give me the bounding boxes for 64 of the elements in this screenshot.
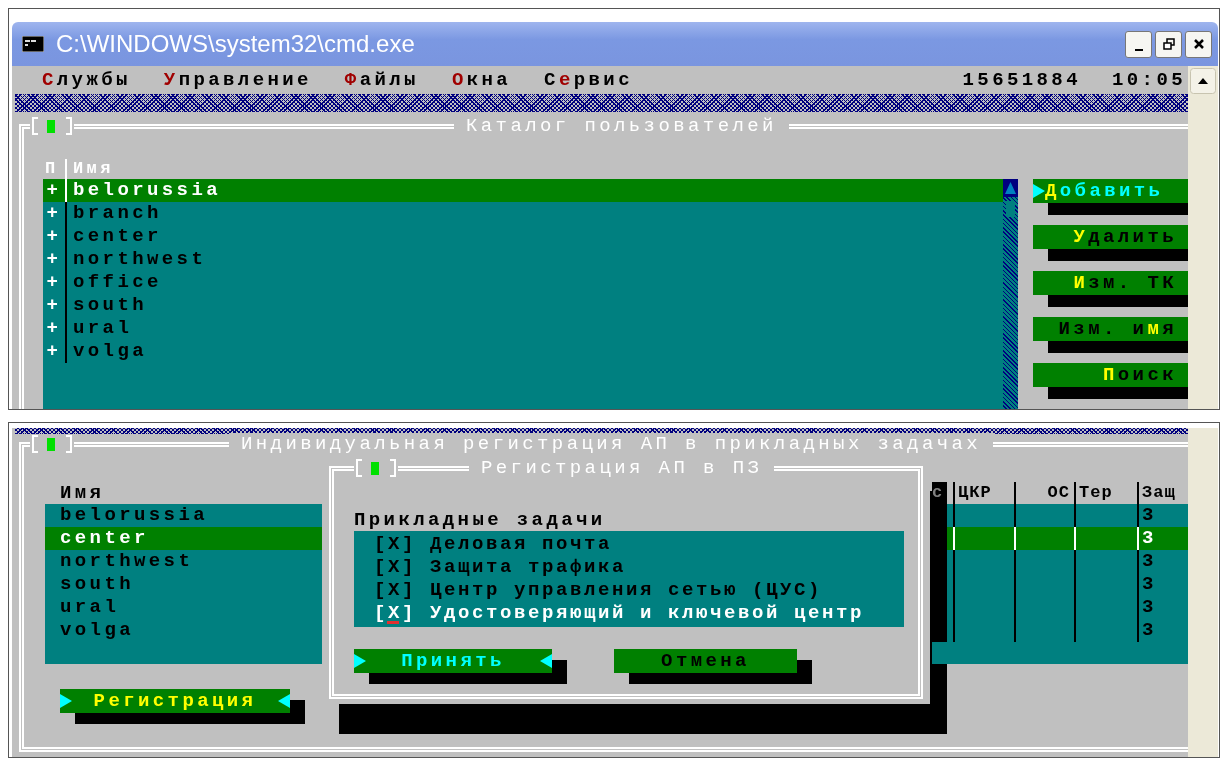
row-mark: +	[45, 179, 63, 202]
restore-button[interactable]	[1155, 30, 1182, 58]
row-name: belorussia	[65, 179, 222, 202]
list-row[interactable]: south	[45, 573, 323, 596]
list-row[interactable]: + belorussia	[43, 179, 1003, 202]
list-row[interactable]: + volga	[43, 340, 1003, 363]
row-name: office	[65, 271, 162, 294]
checkbox-item[interactable]: [X] Центр управления сетью (ЦУС)	[354, 579, 904, 602]
list-row[interactable]: + office	[43, 271, 1003, 294]
row-mark: +	[45, 294, 63, 317]
minimize-button[interactable]	[1125, 30, 1152, 58]
row-name: northwest	[65, 248, 207, 271]
triangle-right-icon	[1033, 182, 1045, 200]
row-mark: +	[45, 248, 63, 271]
tasks-label: Прикладные задачи	[354, 509, 607, 531]
scroll-up-icon[interactable]	[1190, 68, 1216, 94]
column-header: П	[44, 159, 60, 179]
checkbox-item[interactable]: [X] Удостоверяющий и ключевой центр	[354, 602, 904, 625]
row-mark: +	[45, 340, 63, 363]
table-row[interactable]: 3	[932, 527, 1188, 550]
row-mark: +	[45, 317, 63, 340]
text-cursor	[387, 621, 399, 624]
window-title: C:\WINDOWS\system32\cmd.exe	[56, 30, 416, 58]
list-row[interactable]: volga	[45, 619, 323, 642]
row-mark: +	[45, 202, 63, 225]
close-box-icon[interactable]	[30, 435, 74, 453]
close-button[interactable]	[1185, 30, 1212, 58]
scroll-thumb[interactable]	[1006, 201, 1015, 217]
triangle-right-icon	[354, 652, 366, 670]
window-scrollbar[interactable]	[1188, 428, 1218, 757]
window-scrollbar[interactable]	[1188, 66, 1218, 409]
triangle-left-icon	[278, 692, 290, 710]
list-row[interactable]: ural	[45, 596, 323, 619]
row-name: volga	[65, 340, 147, 363]
panel-title: Индивидуальная регистрация АП в прикладных задачах	[229, 433, 994, 455]
list-row[interactable]: + northwest	[43, 248, 1003, 271]
row-name: branch	[65, 202, 162, 225]
list-row[interactable]: belorussia	[45, 504, 323, 527]
counter-text: 15651884	[962, 69, 1081, 91]
checkbox-item[interactable]: [X] Защита трафика	[354, 556, 904, 579]
menu-item[interactable]: Службы	[42, 69, 131, 91]
console-icon	[22, 36, 44, 52]
list-row[interactable]: + ural	[43, 317, 1003, 340]
list-row[interactable]: + south	[43, 294, 1003, 317]
close-icon	[1192, 38, 1205, 50]
clock-text: 10:05	[1112, 69, 1187, 91]
restore-icon	[1162, 38, 1175, 50]
triangle-left-icon	[540, 652, 552, 670]
row-mark: +	[45, 271, 63, 294]
row-mark: +	[45, 225, 63, 248]
menu-item[interactable]: Файлы	[344, 69, 419, 91]
minimize-icon	[1134, 49, 1143, 51]
list-scrollbar[interactable]	[1003, 179, 1018, 409]
list-row[interactable]: + branch	[43, 202, 1003, 225]
column-header: Имя	[59, 482, 105, 504]
triangle-right-icon	[60, 692, 72, 710]
list-row[interactable]: northwest	[45, 550, 323, 573]
row-name: south	[65, 294, 147, 317]
row-name: center	[65, 225, 162, 248]
row-name: ural	[65, 317, 133, 340]
list-row[interactable]: center	[45, 527, 323, 550]
table-row[interactable]: 3	[932, 619, 1188, 642]
list-row[interactable]: + center	[43, 225, 1003, 248]
checkbox-item[interactable]: [X] Деловая почта	[354, 533, 904, 556]
